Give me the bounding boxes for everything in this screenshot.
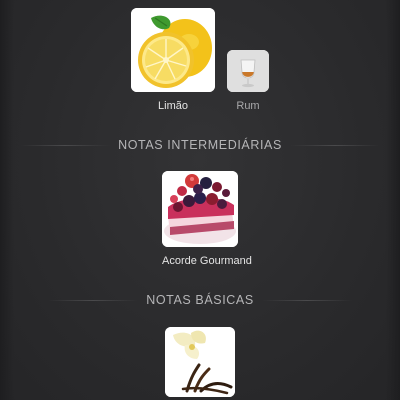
divider	[261, 299, 352, 301]
berry-cheesecake-icon	[162, 171, 238, 247]
section-title: NOTAS INTERMEDIÁRIAS	[118, 138, 282, 152]
right-edge-shade	[386, 0, 400, 400]
note-label: Limão	[158, 100, 188, 112]
note-item-acorde-gourmand[interactable]: Acorde Gourmand	[162, 171, 252, 267]
section-header-base: NOTAS BÁSICAS	[0, 292, 400, 308]
vanilla-flower-icon	[165, 327, 235, 397]
section-header-middle: NOTAS INTERMEDIÁRIAS	[0, 137, 400, 153]
note-item-limao[interactable]: Limão	[131, 8, 215, 112]
note-label: Acorde Gourmand	[162, 255, 252, 267]
divider	[20, 144, 111, 146]
fragrance-notes-screen: Limão Rum NOTAS INTERMEDIÁRIAS Acorde Go…	[0, 0, 400, 400]
left-edge-shade	[0, 0, 14, 400]
rum-glass-icon	[227, 50, 269, 92]
lemon-icon	[131, 8, 215, 92]
section-title: NOTAS BÁSICAS	[146, 293, 254, 307]
note-item-rum[interactable]: Rum	[227, 50, 269, 112]
divider	[48, 299, 139, 301]
note-label: Rum	[236, 100, 260, 112]
note-item-vanilla[interactable]	[165, 327, 235, 397]
divider	[289, 144, 380, 146]
